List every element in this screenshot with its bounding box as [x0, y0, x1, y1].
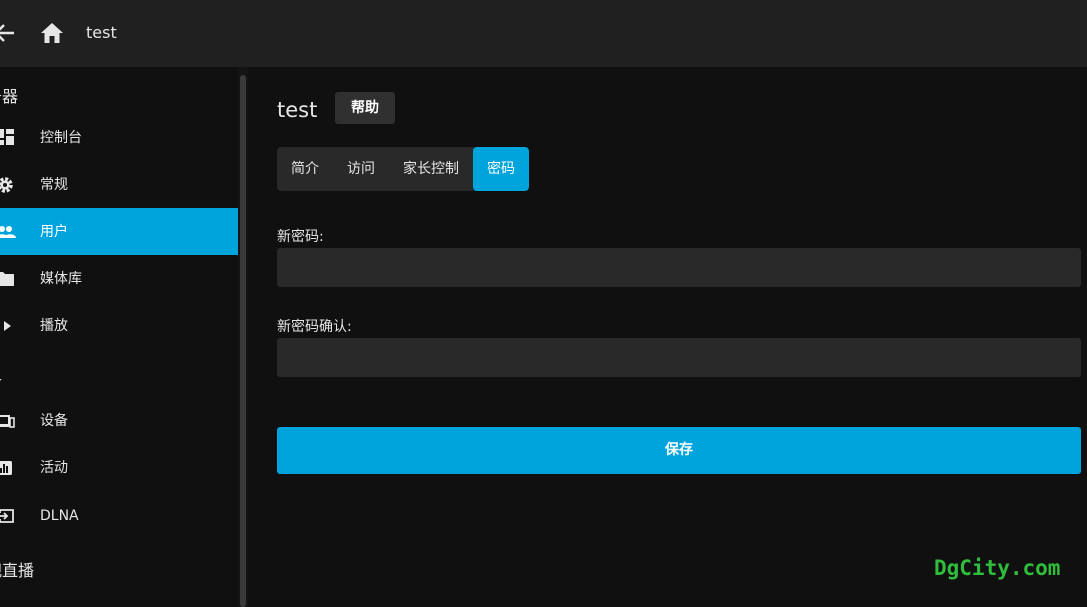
user-tabs: 简介 访问 家长控制 密码 — [277, 147, 529, 191]
sidebar-scrollbar[interactable] — [238, 67, 248, 607]
input-icon — [0, 506, 16, 526]
sidebar: 务器 控制台 常规 — [0, 67, 238, 607]
people-icon — [0, 222, 16, 242]
sidebar-item-playback[interactable]: 播放 — [0, 302, 238, 349]
sidebar-item-label: DLNA — [40, 508, 79, 524]
help-button[interactable]: 帮助 — [335, 92, 395, 124]
sidebar-item-label: 控制台 — [40, 130, 82, 146]
sidebar-item-label: 常规 — [40, 177, 68, 193]
sidebar-item-libraries[interactable]: 媒体库 — [0, 255, 238, 302]
tab-parental-control[interactable]: 家长控制 — [389, 147, 473, 191]
sidebar-item-label: 设备 — [40, 413, 68, 429]
sidebar-item-label: 用户 — [40, 224, 68, 240]
sidebar-section-devices: 备 — [0, 367, 2, 391]
home-icon[interactable] — [40, 22, 64, 44]
sidebar-item-label: 播放 — [40, 318, 68, 334]
tab-access[interactable]: 访问 — [333, 147, 389, 191]
sidebar-item-general[interactable]: 常规 — [0, 161, 238, 208]
sidebar-item-dlna[interactable]: DLNA — [0, 492, 238, 539]
confirm-password-label: 新密码确认: — [277, 319, 352, 335]
activity-chart-icon — [0, 458, 16, 478]
play-icon — [0, 316, 16, 336]
sidebar-section-live-tv: 视直播 — [0, 561, 35, 580]
sidebar-item-activity[interactable]: 活动 — [0, 444, 238, 491]
confirm-password-field[interactable] — [277, 338, 1081, 377]
sidebar-item-users[interactable]: 用户 — [0, 208, 238, 255]
scrollbar-thumb[interactable] — [240, 75, 246, 607]
sidebar-item-label: 媒体库 — [40, 271, 82, 287]
save-button[interactable]: 保存 — [277, 427, 1081, 474]
devices-icon — [0, 411, 16, 431]
new-password-field[interactable] — [277, 248, 1081, 287]
tab-profile[interactable]: 简介 — [277, 147, 333, 191]
top-bar: test — [0, 0, 1087, 67]
tab-password[interactable]: 密码 — [473, 147, 529, 191]
main-content: test 帮助 简介 访问 家长控制 密码 新密码: 新密码确认: 保存 — [248, 67, 1087, 607]
new-password-label: 新密码: — [277, 229, 324, 245]
sidebar-section-server: 务器 — [0, 87, 19, 106]
sidebar-item-label: 活动 — [40, 460, 68, 476]
sidebar-item-dashboard[interactable]: 控制台 — [0, 114, 238, 161]
folder-icon — [0, 269, 16, 289]
page-title: test — [277, 98, 318, 122]
sidebar-item-devices[interactable]: 设备 — [0, 397, 238, 444]
header-title: test — [86, 23, 117, 42]
watermark: DgCity.com — [934, 556, 1061, 580]
gear-icon — [0, 175, 16, 195]
arrow-left-icon[interactable] — [0, 20, 16, 46]
dashboard-icon — [0, 128, 16, 148]
